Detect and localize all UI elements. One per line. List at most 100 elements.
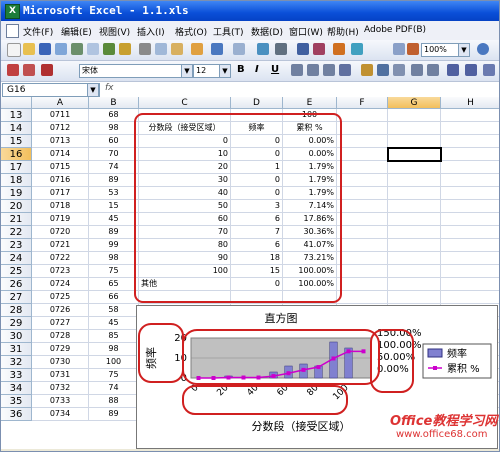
cell-b22[interactable]: 89 — [89, 226, 139, 239]
cell-a36[interactable]: 0734 — [32, 408, 89, 421]
cell-b19[interactable]: 53 — [89, 187, 139, 200]
cell-b32[interactable]: 100 — [89, 356, 139, 369]
borders-icon[interactable] — [483, 64, 495, 76]
row-header-21[interactable]: 21 — [1, 213, 32, 226]
cell-a24[interactable]: 0722 — [32, 252, 89, 265]
cell-b14[interactable]: 98 — [89, 122, 139, 135]
cell-a13[interactable]: 0711 — [32, 109, 89, 122]
cell-g25[interactable] — [388, 265, 441, 278]
redo-icon[interactable] — [233, 43, 245, 55]
cell-h23[interactable] — [441, 239, 499, 252]
cell-f22[interactable] — [337, 226, 388, 239]
copy-icon[interactable] — [155, 43, 167, 55]
align-center-icon[interactable] — [307, 64, 319, 76]
cell-g14[interactable] — [388, 122, 441, 135]
merge-center-icon[interactable] — [339, 64, 351, 76]
cell-b25[interactable]: 75 — [89, 265, 139, 278]
cell-a32[interactable]: 0730 — [32, 356, 89, 369]
cell-b23[interactable]: 99 — [89, 239, 139, 252]
cell-h13[interactable] — [441, 109, 499, 122]
chart-icon[interactable] — [393, 43, 405, 55]
font-name-dropdown-icon[interactable]: ▼ — [181, 64, 193, 78]
cell-a28[interactable]: 0726 — [32, 304, 89, 317]
cell-g27[interactable] — [388, 291, 441, 304]
menu-data[interactable]: 数据(D) — [251, 25, 283, 38]
row-header-19[interactable]: 19 — [1, 187, 32, 200]
cell-a22[interactable]: 0720 — [32, 226, 89, 239]
cell-h25[interactable] — [441, 265, 499, 278]
align-right-icon[interactable] — [323, 64, 335, 76]
cell-h20[interactable] — [441, 200, 499, 213]
menu-format[interactable]: 格式(O) — [175, 25, 207, 38]
chart-wizard-icon[interactable] — [333, 43, 345, 55]
cell-b17[interactable]: 74 — [89, 161, 139, 174]
cell-b31[interactable]: 98 — [89, 343, 139, 356]
cell-b16[interactable]: 70 — [89, 148, 139, 161]
cell-f16[interactable] — [337, 148, 388, 161]
cell-b35[interactable]: 88 — [89, 395, 139, 408]
menu-window[interactable]: 窗口(W) — [289, 25, 323, 38]
row-header-13[interactable]: 13 — [1, 109, 32, 122]
column-header-e[interactable]: E — [283, 97, 337, 109]
zoom-dropdown-icon[interactable]: ▼ — [458, 43, 470, 57]
row-header-35[interactable]: 35 — [1, 395, 32, 408]
cell-h21[interactable] — [441, 213, 499, 226]
menu-edit[interactable]: 编辑(E) — [61, 25, 92, 38]
menu-view[interactable]: 视图(V) — [99, 25, 130, 38]
cell-g26[interactable] — [388, 278, 441, 291]
cell-b33[interactable]: 75 — [89, 369, 139, 382]
row-header-25[interactable]: 25 — [1, 265, 32, 278]
cell-f15[interactable] — [337, 135, 388, 148]
cut-icon[interactable] — [139, 43, 151, 55]
cell-f20[interactable] — [337, 200, 388, 213]
cell-f18[interactable] — [337, 174, 388, 187]
decrease-decimal-icon[interactable] — [427, 64, 439, 76]
row-header-27[interactable]: 27 — [1, 291, 32, 304]
cell-h16[interactable] — [441, 148, 499, 161]
cell-h18[interactable] — [441, 174, 499, 187]
row-header-17[interactable]: 17 — [1, 161, 32, 174]
cell-h19[interactable] — [441, 187, 499, 200]
cell-b26[interactable]: 65 — [89, 278, 139, 291]
cell-g20[interactable] — [388, 200, 441, 213]
cell-f19[interactable] — [337, 187, 388, 200]
cell-b30[interactable]: 85 — [89, 330, 139, 343]
row-header-18[interactable]: 18 — [1, 174, 32, 187]
cell-f25[interactable] — [337, 265, 388, 278]
paste-icon[interactable] — [171, 43, 183, 55]
format-painter-icon[interactable] — [191, 43, 203, 55]
column-header-d[interactable]: D — [231, 97, 283, 109]
cell-a14[interactable]: 0712 — [32, 122, 89, 135]
cell-b20[interactable]: 15 — [89, 200, 139, 213]
font-size-dropdown-icon[interactable]: ▼ — [219, 64, 231, 78]
cell-a30[interactable]: 0728 — [32, 330, 89, 343]
cell-a21[interactable]: 0719 — [32, 213, 89, 226]
sort-ascending-icon[interactable] — [297, 43, 309, 55]
cell-g17[interactable] — [388, 161, 441, 174]
increase-decimal-icon[interactable] — [411, 64, 423, 76]
menu-insert[interactable]: 插入(I) — [137, 25, 165, 38]
font-name-select[interactable]: 宋体 — [79, 64, 183, 78]
cell-g24[interactable] — [388, 252, 441, 265]
column-header-b[interactable]: B — [89, 97, 139, 109]
row-header-29[interactable]: 29 — [1, 317, 32, 330]
row-header-22[interactable]: 22 — [1, 226, 32, 239]
row-header-16[interactable]: 16 — [1, 148, 32, 161]
drawing-icon[interactable] — [351, 43, 363, 55]
new-icon[interactable] — [7, 43, 21, 57]
print-icon[interactable] — [71, 43, 83, 55]
column-header-h[interactable]: H — [441, 97, 499, 109]
cell-f27[interactable] — [337, 291, 388, 304]
cell-a26[interactable]: 0724 — [32, 278, 89, 291]
pdf-review-icon[interactable] — [41, 64, 53, 76]
cell-h15[interactable] — [441, 135, 499, 148]
cell-a20[interactable]: 0718 — [32, 200, 89, 213]
menu-file[interactable]: 文件(F) — [23, 25, 53, 38]
cell-b15[interactable]: 60 — [89, 135, 139, 148]
open-icon[interactable] — [23, 43, 35, 55]
cell-h17[interactable] — [441, 161, 499, 174]
row-header-30[interactable]: 30 — [1, 330, 32, 343]
cell-b21[interactable]: 45 — [89, 213, 139, 226]
cell-a27[interactable]: 0725 — [32, 291, 89, 304]
cell-a15[interactable]: 0713 — [32, 135, 89, 148]
